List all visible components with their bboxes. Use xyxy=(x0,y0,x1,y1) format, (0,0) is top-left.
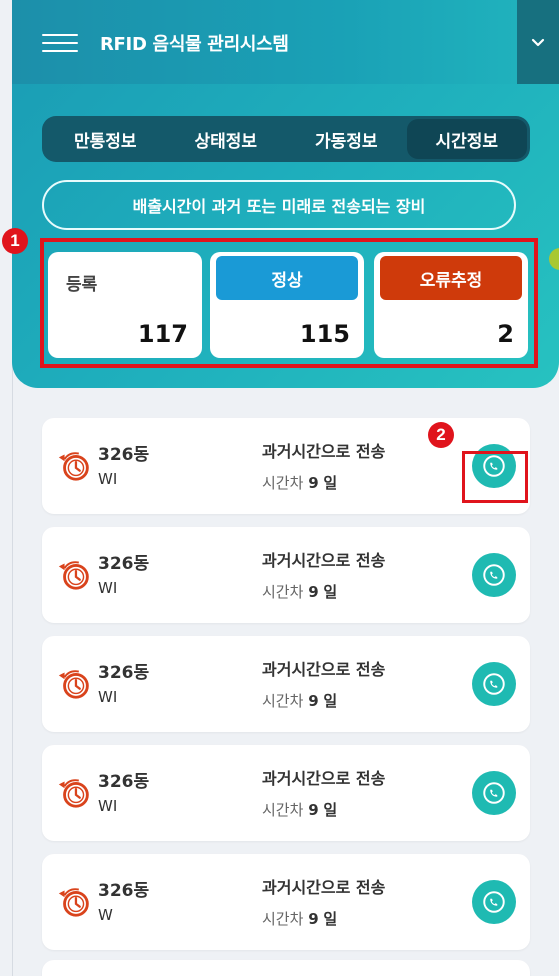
action-highlight-box xyxy=(462,451,528,503)
time-diff-unit: 일 xyxy=(323,801,338,819)
tab-operation-info[interactable]: 가동정보 xyxy=(286,119,407,159)
call-button[interactable] xyxy=(472,771,516,815)
stat-registered-label: 등록 xyxy=(66,275,98,295)
tab-time-info[interactable]: 시간정보 xyxy=(406,119,527,159)
list-item[interactable]: 326동 WI 과거시간으로 전송시간차 9 일 xyxy=(42,418,530,514)
status-text: 과거시간으로 전송 xyxy=(262,769,386,788)
clock-rewind-icon xyxy=(58,452,89,481)
time-diff-label: 시간차 xyxy=(262,910,304,928)
call-button[interactable] xyxy=(472,662,516,706)
annotation-marker-1: 1 xyxy=(2,228,28,254)
stat-registered-count: 117 xyxy=(137,320,188,348)
description-pill[interactable]: 배출시간이 과거 또는 미래로 전송되는 장비 xyxy=(42,180,516,230)
stats-highlight-box: 등록 117 정상 115 오류추정 2 xyxy=(40,238,538,368)
time-diff: 시간차 9 일 xyxy=(262,690,337,711)
annotation-marker-2: 2 xyxy=(428,422,454,448)
list-item-partial xyxy=(42,960,530,976)
top-bar: RFID 음식물 관리시스템 xyxy=(12,0,559,84)
phone-icon xyxy=(483,673,505,695)
phone-icon xyxy=(483,564,505,586)
time-diff-unit: 일 xyxy=(323,692,338,710)
building-label: 326동 xyxy=(98,881,150,901)
clock-rewind-icon xyxy=(58,888,89,917)
call-button[interactable] xyxy=(472,553,516,597)
status-text: 과거시간으로 전송 xyxy=(262,551,386,570)
header-panel: RFID 음식물 관리시스템 만통정보 상태정보 가동정보 시간정보 배출시간이… xyxy=(12,0,559,388)
time-diff: 시간차 9 일 xyxy=(262,472,337,493)
device-label: WI xyxy=(98,797,118,815)
stat-error-label: 오류추정 xyxy=(380,256,522,300)
time-diff-value: 9 xyxy=(308,910,319,928)
time-diff: 시간차 9 일 xyxy=(262,581,337,602)
time-diff-label: 시간차 xyxy=(262,474,304,492)
app-title: RFID 음식물 관리시스템 xyxy=(100,34,289,55)
status-text: 과거시간으로 전송 xyxy=(262,878,386,897)
phone-icon xyxy=(483,782,505,804)
call-button[interactable] xyxy=(472,880,516,924)
stat-error[interactable]: 오류추정 2 xyxy=(374,252,528,358)
tab-bar: 만통정보 상태정보 가동정보 시간정보 xyxy=(42,116,530,162)
device-label: WI xyxy=(98,688,118,706)
status-text: 과거시간으로 전송 xyxy=(262,442,386,461)
dropdown-button[interactable] xyxy=(517,0,559,84)
clock-rewind-icon xyxy=(58,561,89,590)
stat-registered[interactable]: 등록 117 xyxy=(48,252,202,358)
building-label: 326동 xyxy=(98,772,150,792)
hamburger-menu-icon[interactable] xyxy=(42,34,78,54)
device-label: WI xyxy=(98,579,118,597)
tab-full-info[interactable]: 만통정보 xyxy=(45,119,166,159)
time-diff-label: 시간차 xyxy=(262,801,304,819)
tab-status-info[interactable]: 상태정보 xyxy=(166,119,287,159)
list-item[interactable]: 326동 WI 과거시간으로 전송시간차 9 일 xyxy=(42,636,530,732)
time-diff-value: 9 xyxy=(308,692,319,710)
chevron-down-icon xyxy=(531,38,545,47)
clock-rewind-icon xyxy=(58,670,89,699)
device-label: WI xyxy=(98,470,118,488)
building-label: 326동 xyxy=(98,445,150,465)
clock-rewind-icon xyxy=(58,779,89,808)
time-diff: 시간차 9 일 xyxy=(262,908,337,929)
phone-icon xyxy=(483,891,505,913)
device-label: W xyxy=(98,906,113,924)
list-item[interactable]: 326동 W 과거시간으로 전송시간차 9 일 xyxy=(42,854,530,950)
time-diff-unit: 일 xyxy=(323,910,338,928)
stat-normal-count: 115 xyxy=(299,320,350,348)
time-diff-value: 9 xyxy=(308,583,319,601)
stat-normal[interactable]: 정상 115 xyxy=(210,252,364,358)
time-diff: 시간차 9 일 xyxy=(262,799,337,820)
stat-error-count: 2 xyxy=(497,320,514,348)
list-item[interactable]: 326동 WI 과거시간으로 전송시간차 9 일 xyxy=(42,527,530,623)
time-diff-unit: 일 xyxy=(323,474,338,492)
stat-normal-label: 정상 xyxy=(216,256,358,300)
building-label: 326동 xyxy=(98,663,150,683)
list-item[interactable]: 326동 WI 과거시간으로 전송시간차 9 일 xyxy=(42,745,530,841)
time-diff-label: 시간차 xyxy=(262,583,304,601)
status-text: 과거시간으로 전송 xyxy=(262,660,386,679)
time-diff-unit: 일 xyxy=(323,583,338,601)
building-label: 326동 xyxy=(98,554,150,574)
time-diff-value: 9 xyxy=(308,801,319,819)
time-diff-value: 9 xyxy=(308,474,319,492)
time-diff-label: 시간차 xyxy=(262,692,304,710)
